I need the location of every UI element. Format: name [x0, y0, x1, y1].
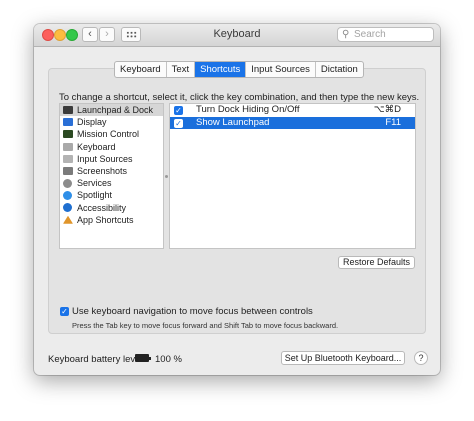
shortcut-key[interactable]: F11 [385, 117, 401, 130]
splitter-handle-icon [165, 175, 168, 178]
services-gear-icon [63, 178, 72, 188]
shortcut-label: Show Launchpad [196, 116, 270, 128]
category-label: Input Sources [77, 153, 133, 164]
category-item-mission-control[interactable]: Mission Control [60, 128, 163, 140]
title-bar: ‹ › Keyboard ⚲ Search [34, 24, 440, 47]
category-item-accessibility[interactable]: Accessibility [60, 202, 163, 214]
category-label: Display [77, 117, 107, 128]
keyboard-icon [63, 142, 73, 151]
category-label: Launchpad & Dock [77, 105, 154, 115]
category-item-services[interactable]: Services [60, 177, 163, 189]
launchpad-dock-icon [63, 106, 73, 114]
tab-dictation[interactable]: Dictation [316, 62, 363, 77]
category-label: Spotlight [77, 190, 113, 201]
category-label: Services [77, 178, 112, 189]
category-label: Accessibility [77, 202, 127, 213]
category-item-launchpad-dock[interactable]: Launchpad & Dock [60, 104, 163, 117]
keyboard-navigation-label[interactable]: Use keyboard navigation to move focus be… [72, 306, 313, 317]
keyboard-navigation-checkbox[interactable]: ✓ [60, 307, 69, 316]
category-item-keyboard[interactable]: Keyboard [60, 141, 163, 153]
search-field[interactable]: ⚲ Search [337, 27, 434, 42]
shortcut-list: ✓ Turn Dock Hiding On/Off ⌥⌘D ✓ Show Lau… [169, 103, 416, 249]
battery-level-label: Keyboard battery level: [48, 354, 146, 365]
battery-icon [135, 354, 151, 362]
shortcut-label: Turn Dock Hiding On/Off [196, 104, 300, 115]
tab-shortcuts[interactable]: Shortcuts [195, 62, 247, 77]
instruction-text: To change a shortcut, select it, click t… [59, 92, 420, 103]
restore-defaults-button[interactable]: Restore Defaults [338, 256, 415, 269]
category-label: Keyboard [77, 141, 116, 152]
tab-input-sources[interactable]: Input Sources [246, 62, 316, 77]
setup-bluetooth-keyboard-button[interactable]: Set Up Bluetooth Keyboard... [281, 351, 405, 365]
keyboard-preferences-window: ‹ › Keyboard ⚲ Search Keyboard Text Shor… [34, 24, 440, 375]
screenshots-icon [63, 166, 73, 175]
display-icon [63, 118, 73, 127]
category-label: App Shortcuts [77, 214, 134, 225]
input-sources-icon [63, 154, 73, 163]
mission-control-icon [63, 130, 73, 139]
shortcut-key[interactable]: ⌥⌘D [374, 104, 401, 117]
keyboard-navigation-hint: Press the Tab key to move focus forward … [72, 321, 339, 330]
tab-text[interactable]: Text [167, 62, 196, 77]
battery-level-value: 100 % [155, 354, 182, 365]
spotlight-icon [63, 190, 72, 200]
category-item-spotlight[interactable]: Spotlight [60, 189, 163, 201]
search-placeholder: Search [354, 29, 386, 40]
accessibility-icon [63, 203, 72, 212]
category-label: Mission Control [77, 129, 140, 140]
tab-bar: Keyboard Text Shortcuts Input Sources Di… [114, 61, 364, 78]
category-item-screenshots[interactable]: Screenshots [60, 165, 163, 177]
shortcut-enabled-checkbox[interactable]: ✓ [174, 106, 183, 115]
shortcut-row-show-launchpad[interactable]: ✓ Show Launchpad F11 [170, 116, 415, 130]
app-shortcuts-icon [63, 215, 73, 224]
shortcut-row-dock-hiding[interactable]: ✓ Turn Dock Hiding On/Off ⌥⌘D [170, 104, 415, 117]
search-icon: ⚲ [342, 29, 350, 40]
category-item-display[interactable]: Display [60, 116, 163, 128]
category-list: Launchpad & Dock Display Mission Control… [59, 103, 164, 249]
category-item-app-shortcuts[interactable]: App Shortcuts [60, 214, 163, 226]
category-label: Screenshots [77, 165, 128, 176]
tab-keyboard[interactable]: Keyboard [115, 62, 167, 77]
shortcut-enabled-checkbox[interactable]: ✓ [174, 118, 183, 128]
help-button[interactable]: ? [414, 351, 428, 365]
category-item-input-sources[interactable]: Input Sources [60, 153, 163, 165]
